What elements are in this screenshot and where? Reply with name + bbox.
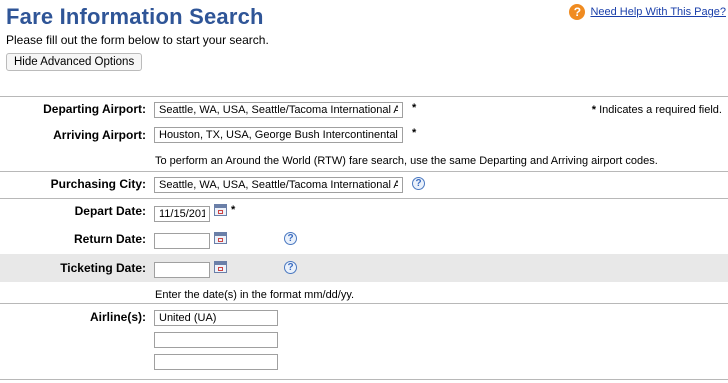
departing-airport-label: Departing Airport: <box>43 102 146 116</box>
help-link[interactable]: Need Help With This Page? <box>590 6 726 18</box>
ticketing-date-label: Ticketing Date: <box>60 261 146 275</box>
arriving-airport-input[interactable] <box>154 127 403 143</box>
intro-text: Please fill out the form below to start … <box>6 33 269 47</box>
help-icon[interactable]: ? <box>284 232 297 245</box>
required-legend-text: Indicates a required field. <box>599 104 722 116</box>
required-marker: * <box>412 127 417 139</box>
rtw-note: To perform an Around the World (RTW) far… <box>155 155 658 167</box>
hide-advanced-options-button[interactable]: Hide Advanced Options <box>6 53 143 71</box>
help-link-group[interactable]: ? Need Help With This Page? <box>569 4 726 20</box>
departing-airport-input[interactable] <box>154 102 403 118</box>
required-marker: * <box>412 102 417 114</box>
required-legend: * Indicates a required field. <box>592 104 722 116</box>
airlines-label: Airline(s): <box>89 310 146 324</box>
ticketing-date-input[interactable] <box>154 262 210 278</box>
divider <box>0 171 728 172</box>
date-format-note: Enter the date(s) in the format mm/dd/yy… <box>155 289 355 301</box>
required-marker: * <box>591 104 597 116</box>
airline-input-2[interactable] <box>154 332 278 348</box>
purchasing-city-input[interactable] <box>154 177 403 193</box>
calendar-icon[interactable] <box>214 232 227 244</box>
purchasing-city-label: Purchasing City: <box>50 177 146 191</box>
divider <box>0 303 728 304</box>
calendar-icon[interactable] <box>214 204 227 216</box>
divider <box>0 379 728 380</box>
divider <box>0 198 728 199</box>
required-marker: * <box>231 204 236 216</box>
depart-date-input[interactable] <box>154 206 210 222</box>
return-date-label: Return Date: <box>73 232 146 246</box>
page-title: Fare Information Search <box>6 4 264 29</box>
depart-date-label: Depart Date: <box>74 204 146 218</box>
help-icon[interactable]: ? <box>412 177 425 190</box>
airline-input-3[interactable] <box>154 354 278 370</box>
divider <box>0 96 728 97</box>
airline-input-1[interactable] <box>154 310 278 326</box>
return-date-input[interactable] <box>154 233 210 249</box>
question-icon[interactable]: ? <box>569 4 586 20</box>
calendar-icon[interactable] <box>214 261 227 273</box>
help-icon[interactable]: ? <box>284 261 297 274</box>
arriving-airport-label: Arriving Airport: <box>53 128 146 142</box>
